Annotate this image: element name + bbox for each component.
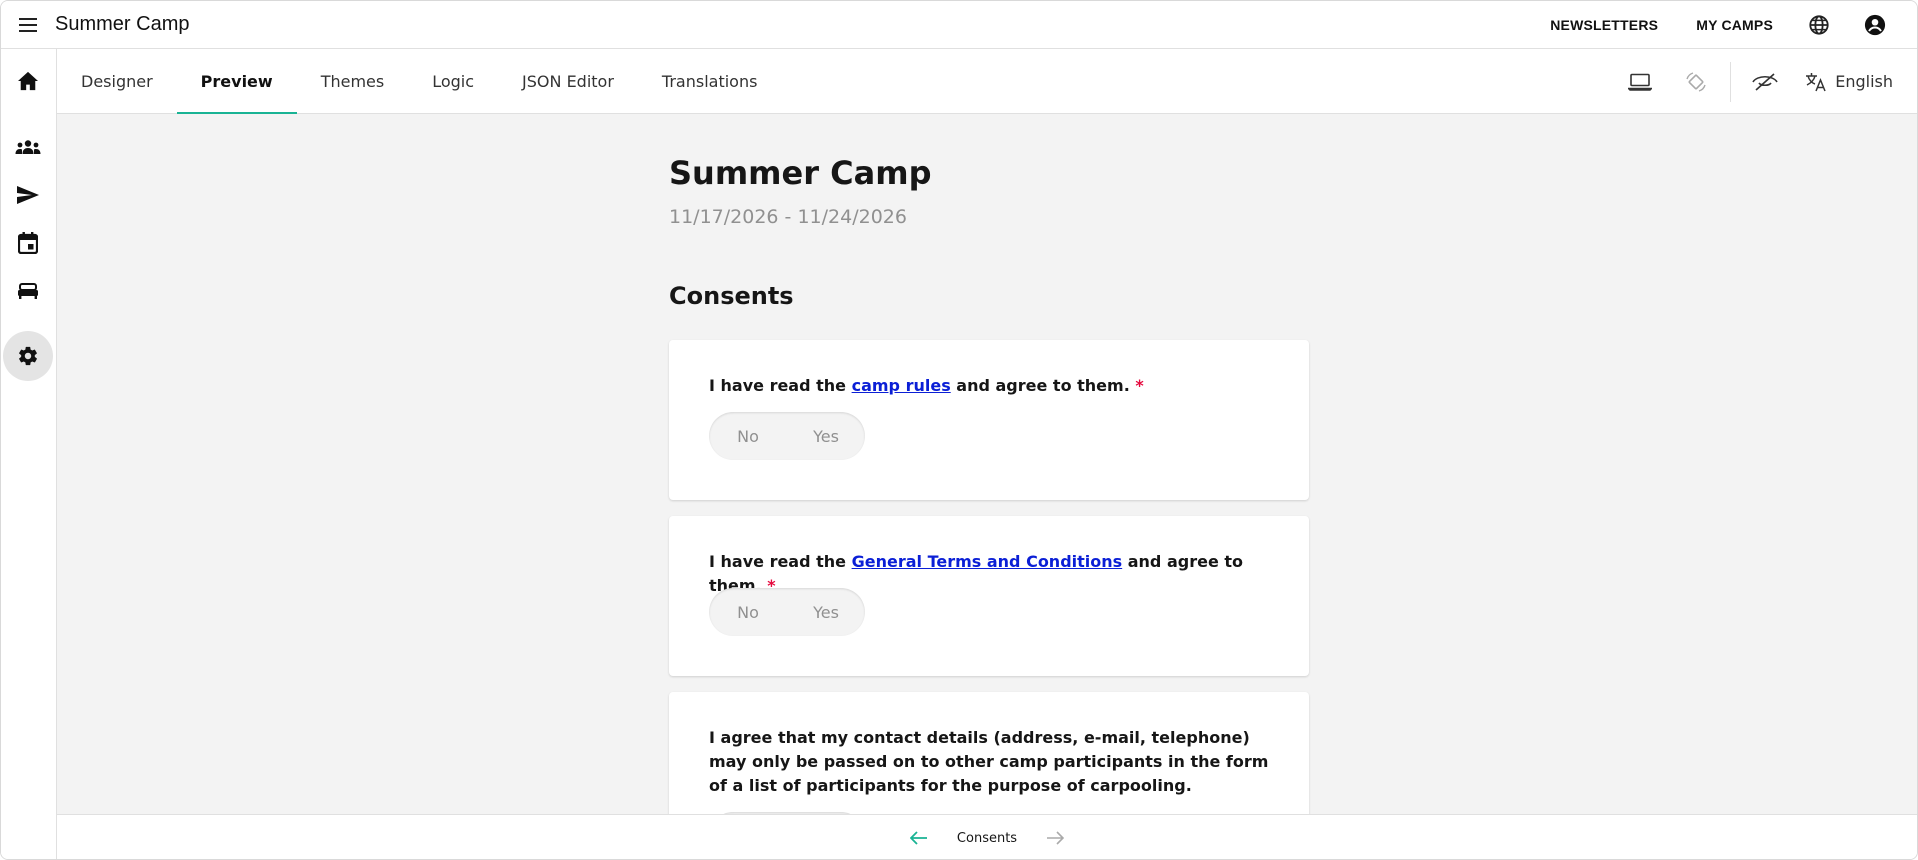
option-no[interactable]: No	[709, 603, 787, 622]
question-text-before: I have read the	[709, 376, 852, 395]
device-button[interactable]	[1612, 50, 1668, 114]
menu-icon	[19, 17, 37, 32]
sidebar-item-accommodation[interactable]	[3, 268, 53, 314]
app-window: Summer Camp NEWSLETTERS MY CAMPS Designe…	[0, 0, 1918, 860]
orientation-button[interactable]	[1668, 50, 1724, 114]
sidebar-item-participants[interactable]	[3, 124, 53, 170]
sidebar-item-settings[interactable]	[3, 331, 53, 381]
question-text-before: I have read the	[709, 552, 852, 571]
required-marker: *	[1135, 376, 1144, 395]
account-button[interactable]	[1847, 1, 1903, 49]
calendar-icon	[18, 232, 38, 254]
send-icon	[17, 186, 39, 204]
camp-rules-link[interactable]: camp rules	[852, 376, 951, 395]
invisible-elements-button[interactable]	[1737, 50, 1793, 114]
tab-logic[interactable]: Logic	[408, 50, 498, 113]
preview-toolbar: English	[1612, 50, 1917, 113]
option-no[interactable]: No	[709, 427, 787, 446]
language-label: English	[1835, 72, 1893, 91]
sidebar-item-home[interactable]	[3, 58, 53, 104]
app-title: Summer Camp	[55, 13, 190, 35]
toolbar-divider	[1730, 61, 1732, 102]
option-yes[interactable]: Yes	[787, 603, 865, 622]
language-button[interactable]	[1791, 1, 1847, 49]
preview-area: Summer Camp 11/17/2026 - 11/24/2026 Cons…	[57, 114, 1917, 814]
question-text-after: and agree to them.	[950, 376, 1130, 395]
globe-icon	[1809, 14, 1829, 35]
survey-dates: 11/17/2026 - 11/24/2026	[669, 206, 907, 228]
question-card-camp-rules: I have read the camp rules and agree to …	[669, 340, 1309, 500]
account-icon	[1864, 14, 1886, 35]
laptop-icon	[1628, 73, 1653, 91]
question-title: I agree that my contact details (address…	[709, 728, 1269, 795]
tab-json-editor[interactable]: JSON Editor	[498, 50, 638, 113]
arrow-left-icon	[909, 831, 927, 845]
next-page-button[interactable]	[1035, 818, 1075, 858]
current-page-label: Consents	[956, 830, 1018, 846]
page-title: Consents	[669, 282, 794, 310]
home-icon	[18, 71, 38, 91]
rotate-device-icon	[1686, 71, 1706, 92]
question-card-carpooling: I agree that my contact details (address…	[669, 692, 1309, 814]
terms-link[interactable]: General Terms and Conditions	[852, 552, 1123, 571]
tab-designer[interactable]: Designer	[57, 50, 177, 113]
sidebar-item-calendar[interactable]	[3, 220, 53, 266]
survey-title: Summer Camp	[669, 154, 932, 192]
settings-icon	[19, 346, 37, 366]
sidebar	[1, 49, 57, 859]
sidebar-item-messages[interactable]	[3, 172, 53, 218]
menu-button[interactable]	[1, 1, 55, 49]
arrow-right-icon	[1047, 831, 1065, 845]
my-camps-link[interactable]: MY CAMPS	[1676, 17, 1791, 33]
tab-preview[interactable]: Preview	[176, 50, 297, 114]
editor-tabs: Designer Preview Themes Logic JSON Edito…	[57, 50, 1917, 114]
app-bar: Summer Camp NEWSLETTERS MY CAMPS	[1, 1, 1917, 49]
question-card-terms: I have read the General Terms and Condit…	[669, 516, 1309, 676]
tab-translations[interactable]: Translations	[638, 50, 782, 113]
newsletters-link[interactable]: NEWSLETTERS	[1530, 17, 1676, 33]
eye-off-icon	[1752, 72, 1778, 91]
tab-themes[interactable]: Themes	[297, 50, 409, 113]
bed-icon	[18, 283, 38, 299]
top-nav: NEWSLETTERS MY CAMPS	[1530, 1, 1917, 48]
people-icon	[15, 140, 41, 154]
language-selector[interactable]: English	[1793, 72, 1897, 92]
boolean-toggle[interactable]: No Yes	[709, 588, 865, 636]
option-yes[interactable]: Yes	[787, 427, 865, 446]
boolean-toggle[interactable]: No Yes	[709, 412, 865, 460]
question-title: I have read the camp rules and agree to …	[709, 374, 1279, 398]
previous-page-button[interactable]	[899, 818, 939, 858]
page-navigator: Consents	[57, 814, 1917, 859]
translate-icon	[1806, 72, 1826, 91]
